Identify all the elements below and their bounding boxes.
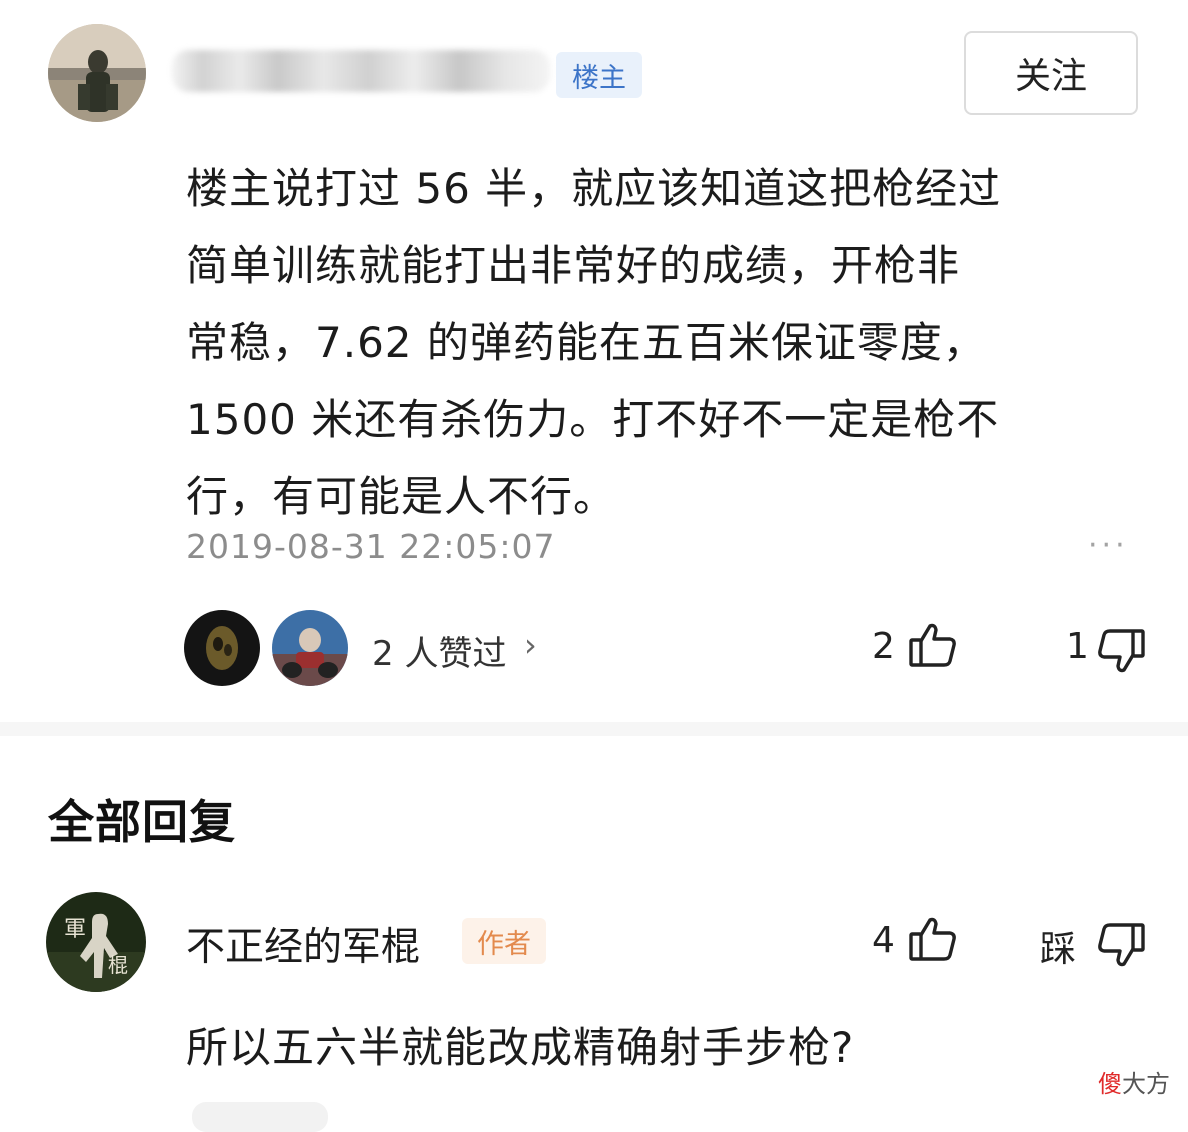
- watermark: 傻大方: [1098, 1064, 1170, 1099]
- owner-badge: 楼主: [556, 52, 642, 98]
- thumbs-up-icon[interactable]: [908, 622, 958, 668]
- post-dislike-count: 1: [1066, 626, 1089, 667]
- follow-button[interactable]: 关注: [964, 31, 1138, 115]
- post-author-name-blurred[interactable]: [172, 50, 550, 92]
- liker-avatar[interactable]: [184, 610, 260, 686]
- svg-text:棍: 棍: [108, 953, 128, 977]
- section-title: 全部回复: [48, 795, 236, 849]
- svg-text:軍: 軍: [64, 917, 86, 942]
- reply-like-count: 4: [872, 920, 895, 961]
- watermark-text: 大方: [1122, 1070, 1170, 1098]
- reply-content: 所以五六半就能改成精确射手步枪?: [186, 1023, 855, 1072]
- more-dots-icon[interactable]: ···: [1088, 528, 1129, 563]
- reply-author-name[interactable]: 不正经的军棍: [186, 916, 420, 972]
- post-author-avatar[interactable]: [48, 24, 146, 122]
- thumbs-down-icon[interactable]: [1096, 922, 1146, 968]
- post-timestamp: 2019-08-31 22:05:07: [186, 527, 556, 566]
- thumbs-down-icon[interactable]: [1096, 628, 1146, 674]
- reply-author-avatar[interactable]: 軍 棍: [46, 892, 146, 992]
- chevron-right-icon[interactable]: ›: [524, 626, 537, 664]
- author-badge: 作者: [462, 918, 546, 964]
- liked-by-link[interactable]: 2 人赞过: [372, 626, 506, 675]
- thumbs-up-icon[interactable]: [908, 916, 958, 962]
- section-divider: [0, 722, 1188, 736]
- post-content: 楼主说打过 56 半，就应该知道这把枪经过 简单训练就能打出非常好的成绩，开枪非…: [186, 164, 1002, 521]
- watermark-mark: 傻: [1098, 1070, 1122, 1098]
- reply-dislike-label: 踩: [1040, 929, 1077, 970]
- post-like-count: 2: [872, 626, 895, 667]
- next-reply-preview: [192, 1102, 328, 1132]
- liker-avatar[interactable]: [272, 610, 348, 686]
